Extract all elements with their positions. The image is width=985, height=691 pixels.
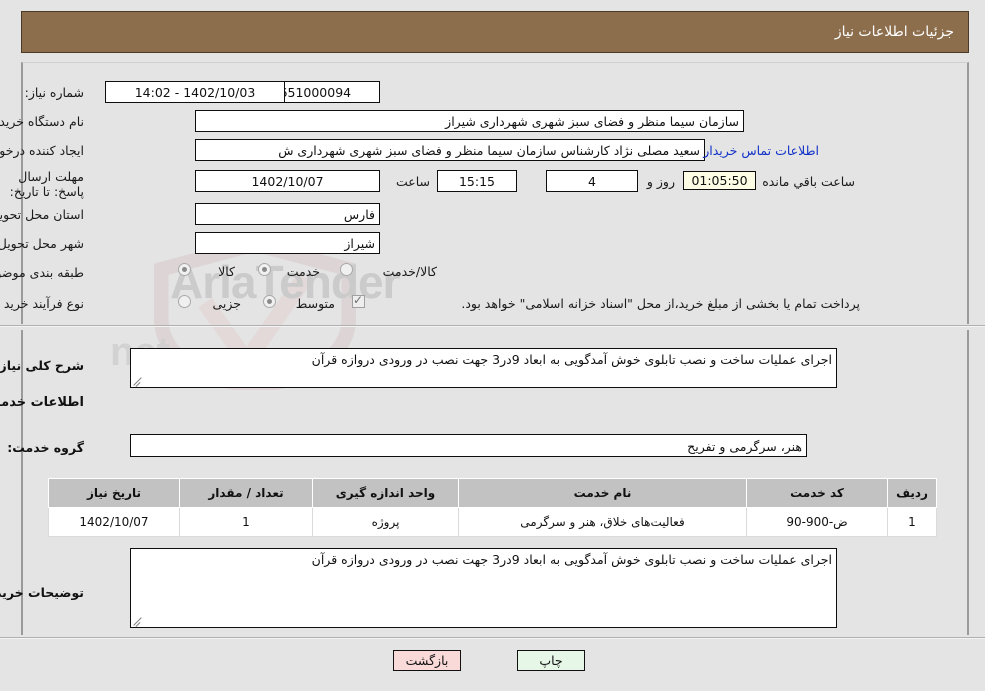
resize-grip-icon[interactable] — [133, 376, 143, 386]
province-field[interactable]: فارس — [195, 203, 380, 225]
cell-radif: 1 — [887, 507, 937, 537]
countdown-field: 01:05:50 — [683, 171, 756, 190]
treasury-bond-note: پرداخت تمام یا بخشی از مبلغ خرید،از محل … — [461, 296, 860, 311]
resize-grip-icon-2[interactable] — [133, 616, 143, 626]
radio-category-kala-label: کالا — [218, 264, 235, 279]
days-word-label: روز و — [646, 174, 675, 189]
buyer-org-field[interactable]: سازمان سیما منظر و فضای سبز شهری شهرداری… — [195, 110, 744, 132]
radio-category-kala[interactable] — [178, 263, 191, 276]
buyer-notes-label: توضیحات خریدار: — [0, 585, 84, 600]
cell-name: فعالیت‌های خلاق، هنر و سرگرمی — [458, 507, 747, 537]
print-button[interactable]: چاپ — [517, 650, 585, 671]
deadline-date-field[interactable]: 1402/10/07 — [195, 170, 380, 192]
radio-process-jozi-label: جزیی — [212, 296, 241, 311]
buyer-contact-link[interactable]: اطلاعات تماس خریدار — [703, 143, 819, 158]
table-row[interactable]: 1 ض-900-90 فعالیت‌های خلاق، هنر و سرگرمی… — [48, 507, 937, 537]
description-textarea[interactable]: اجرای عملیات ساخت و نصب تابلوی خوش آمدگو… — [130, 348, 837, 388]
need-number-label: شماره نیاز: — [24, 85, 84, 100]
col-code: کد خدمت — [746, 478, 888, 508]
buyer-notes-text: اجرای عملیات ساخت و نصب تابلوی خوش آمدگو… — [311, 552, 832, 567]
days-remaining-field[interactable]: 4 — [546, 170, 638, 192]
col-unit: واحد اندازه گیری — [312, 478, 459, 508]
radio-category-kala-khedmat-label: کالا/خدمت — [382, 264, 437, 279]
radio-process-jozi[interactable] — [178, 295, 191, 308]
cell-code: ض-900-90 — [746, 507, 888, 537]
col-name: نام خدمت — [458, 478, 747, 508]
category-label: طبقه بندی موضوعی: — [0, 265, 84, 280]
buyer-notes-textarea[interactable]: اجرای عملیات ساخت و نصب تابلوی خوش آمدگو… — [130, 548, 837, 628]
radio-process-motevaset[interactable] — [263, 295, 276, 308]
treasury-bond-checkbox[interactable] — [352, 293, 365, 308]
window-titlebar: جزئیات اطلاعات نیاز — [21, 11, 969, 53]
creator-label: ایجاد کننده درخواست: — [0, 143, 84, 158]
public-announce-field[interactable]: 1402/10/03 - 14:02 — [105, 81, 285, 103]
page-root: AriaTender .net جزئیات اطلاعات نیاز شمار… — [0, 0, 985, 691]
deadline-hour-label: ساعت — [395, 174, 430, 189]
deadline-hour-field[interactable]: 15:15 — [437, 170, 517, 192]
creator-field[interactable]: سعید مصلی نژاد کارشناس سازمان سیما منظر … — [195, 139, 705, 161]
city-field[interactable]: شیراز — [195, 232, 380, 254]
remaining-suffix-label: ساعت باقي مانده — [762, 174, 855, 189]
services-section-heading: اطلاعات خدمات مورد نیاز — [0, 395, 84, 410]
col-date: تاریخ نیاز — [48, 478, 180, 508]
page-title: جزئیات اطلاعات نیاز — [834, 24, 954, 40]
back-button[interactable]: بازگشت — [393, 650, 461, 671]
service-group-value: هنر، سرگرمی و تفریح — [687, 439, 802, 454]
cell-date: 1402/10/07 — [48, 507, 180, 537]
province-label: استان محل تحویل: — [0, 207, 84, 222]
col-radif: ردیف — [887, 478, 937, 508]
table-header-row: ردیف کد خدمت نام خدمت واحد اندازه گیری ت… — [48, 478, 937, 508]
radio-category-khedmat-label: خدمت — [286, 264, 320, 279]
col-quantity: تعداد / مقدار — [179, 478, 313, 508]
radio-category-khedmat[interactable] — [258, 263, 271, 276]
description-label: شرح کلی نیاز: — [0, 358, 84, 373]
cell-unit: پروژه — [312, 507, 459, 537]
city-label: شهر محل تحویل: — [0, 236, 84, 251]
process-label: نوع فرآیند خرید : — [0, 296, 84, 311]
buyer-org-label: نام دستگاه خریدار: — [0, 114, 84, 129]
description-text: اجرای عملیات ساخت و نصب تابلوی خوش آمدگو… — [311, 352, 832, 367]
service-group-label: گروه خدمت: — [7, 440, 84, 455]
deadline-label: مهلت ارسال پاسخ: تا تاریخ: — [9, 169, 84, 199]
section-divider-2 — [0, 637, 985, 639]
radio-process-motevaset-label: متوسط — [295, 296, 335, 311]
cell-quantity: 1 — [179, 507, 313, 537]
services-table: ردیف کد خدمت نام خدمت واحد اندازه گیری ت… — [48, 478, 937, 537]
service-group-field[interactable]: هنر، سرگرمی و تفریح — [130, 434, 807, 457]
section-divider-1 — [0, 325, 985, 327]
radio-category-kala-khedmat[interactable] — [340, 263, 353, 276]
